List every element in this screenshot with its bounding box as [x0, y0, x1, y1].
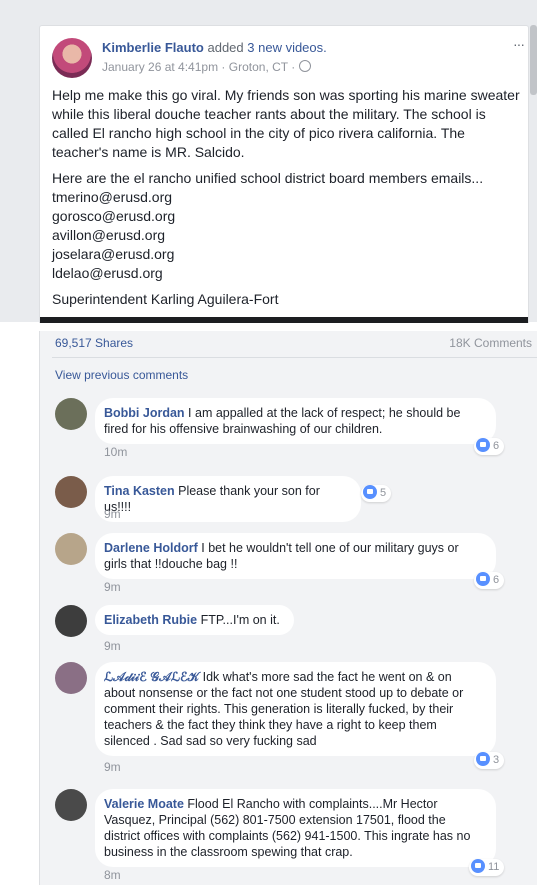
like-icon: [476, 752, 490, 766]
commenter-name[interactable]: Valerie Moate: [104, 797, 184, 811]
email-link[interactable]: joselara@erusd.org: [52, 245, 522, 264]
comment: Darlene Holdorf I bet he wouldn't tell o…: [55, 533, 520, 595]
reaction-count[interactable]: 6: [474, 438, 505, 455]
post-date[interactable]: January 26 at 4:41pm: [102, 60, 218, 74]
post-meta: January 26 at 4:41pm · Groton, CT ·: [102, 60, 311, 74]
commenter-avatar[interactable]: [55, 533, 87, 565]
shares-count[interactable]: 69,517 Shares: [55, 336, 133, 350]
comment-text: FTP...I'm on it.: [200, 613, 280, 627]
video-preview[interactable]: [40, 317, 528, 323]
post-body: Help me make this go viral. My friends s…: [52, 86, 522, 316]
like-icon: [476, 438, 490, 452]
comment: Bobbi Jordan I am appalled at the lack o…: [55, 398, 520, 460]
post-location[interactable]: Groton, CT: [229, 60, 288, 74]
like-icon: [476, 572, 490, 586]
comment-bubble: Valerie Moate Flood El Rancho with compl…: [95, 789, 496, 867]
videos-link[interactable]: 3 new videos.: [247, 40, 327, 55]
author-name[interactable]: Kimberlie Flauto: [102, 40, 204, 55]
comment-bubble: Elizabeth Rubie FTP...I'm on it.: [95, 605, 294, 635]
divider: [52, 357, 537, 358]
like-icon: [471, 859, 485, 873]
commenter-name[interactable]: ℒ𝒜𝒹𝒾𝒾ℰ 𝒢𝒜ℒℰ𝒦: [104, 670, 199, 684]
comment: Tina Kasten Please thank your son for us…: [55, 476, 520, 522]
email-link[interactable]: gorosco@erusd.org: [52, 207, 522, 226]
comment-bubble: Darlene Holdorf I bet he wouldn't tell o…: [95, 533, 496, 579]
reaction-count[interactable]: 6: [474, 572, 505, 589]
post-paragraph: Help me make this go viral. My friends s…: [52, 87, 520, 160]
comment-time[interactable]: 9m: [104, 639, 121, 653]
comment-time[interactable]: 9m: [104, 580, 121, 594]
comment-time[interactable]: 10m: [104, 445, 127, 459]
post-header: Kimberlie Flauto added 3 new videos.: [102, 40, 327, 55]
commenter-avatar[interactable]: [55, 476, 87, 508]
email-link[interactable]: avillon@erusd.org: [52, 226, 522, 245]
comments-section: 69,517 Shares 18K Comments View previous…: [39, 331, 537, 885]
email-link[interactable]: ldelao@erusd.org: [52, 264, 522, 283]
reaction-count[interactable]: 11: [469, 859, 505, 876]
commenter-name[interactable]: Bobbi Jordan: [104, 406, 185, 420]
email-link[interactable]: tmerino@erusd.org: [52, 188, 522, 207]
comment-bubble: Tina Kasten Please thank your son for us…: [95, 476, 361, 522]
comment: Elizabeth Rubie FTP...I'm on it. 9m: [55, 605, 520, 653]
more-options-icon[interactable]: ···: [513, 36, 525, 52]
post-paragraph: Here are the el rancho unified school di…: [52, 169, 522, 283]
like-icon: [363, 485, 377, 499]
globe-icon: [298, 60, 311, 72]
post-card: Kimberlie Flauto added 3 new videos. Jan…: [39, 25, 529, 323]
comment: Valerie Moate Flood El Rancho with compl…: [55, 789, 520, 883]
commenter-avatar[interactable]: [55, 662, 87, 694]
comment-time[interactable]: 9m: [104, 507, 121, 521]
comment-bubble: Bobbi Jordan I am appalled at the lack o…: [95, 398, 496, 444]
post-paragraph: Superintendent Karling Aguilera-Fort: [52, 291, 279, 307]
commenter-name[interactable]: Tina Kasten: [104, 484, 175, 498]
post-action: added: [207, 40, 244, 55]
commenter-name[interactable]: Darlene Holdorf: [104, 541, 198, 555]
commenter-avatar[interactable]: [55, 398, 87, 430]
author-avatar[interactable]: [52, 38, 92, 78]
comment-time[interactable]: 9m: [104, 760, 121, 774]
commenter-name[interactable]: Elizabeth Rubie: [104, 613, 197, 627]
commenter-avatar[interactable]: [55, 605, 87, 637]
reaction-count[interactable]: 5: [361, 485, 392, 502]
comment: ℒ𝒜𝒹𝒾𝒾ℰ 𝒢𝒜ℒℰ𝒦 Idk what's more sad the fac…: [55, 662, 520, 774]
view-previous-comments-link[interactable]: View previous comments: [55, 368, 188, 382]
commenter-avatar[interactable]: [55, 789, 87, 821]
comments-count[interactable]: 18K Comments: [449, 336, 532, 350]
scrollbar[interactable]: [530, 25, 537, 95]
reaction-count[interactable]: 3: [474, 752, 505, 769]
comment-bubble: ℒ𝒜𝒹𝒾𝒾ℰ 𝒢𝒜ℒℰ𝒦 Idk what's more sad the fac…: [95, 662, 496, 756]
comment-time[interactable]: 8m: [104, 868, 121, 882]
